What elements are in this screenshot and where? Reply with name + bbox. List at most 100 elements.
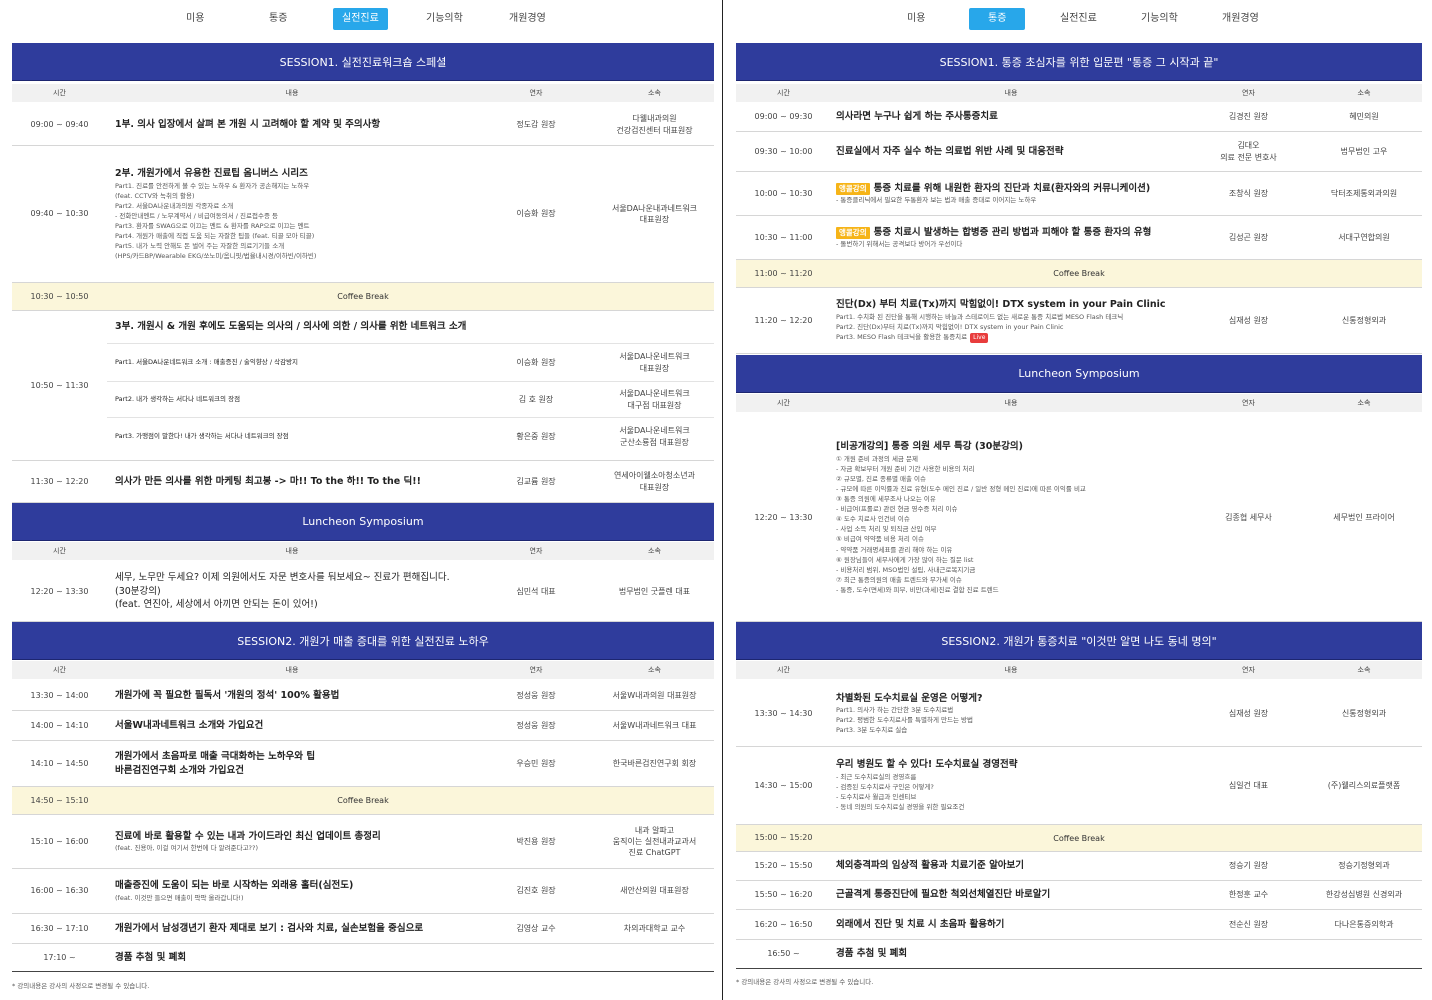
col-speaker: 연자 — [1242, 89, 1255, 97]
col-affiliation: 소속 — [648, 547, 661, 555]
lecture-title: 의사라면 누구나 쉽게 하는 주사통증치료 — [836, 110, 998, 122]
content-cell: 진료에 바로 활용할 수 있는 내과 가이드라인 최신 업데이트 총정리 (fe… — [115, 815, 515, 868]
session1-header: SESSION1. 통증 초심자를 위한 입문편 "통증 그 시작과 끝" — [736, 43, 1422, 81]
time-cell: 16:30 ~ 17:10 — [30, 923, 89, 933]
tab-management[interactable]: 개원경영 — [1213, 8, 1268, 30]
affiliation-cell: 법무법인 고우 — [1340, 146, 1388, 156]
affiliation-cell: 닥터조제통외과의원 — [1330, 188, 1398, 198]
time-cell: 14:10 ~ 14:50 — [30, 758, 89, 768]
time-cell: 15:20 ~ 15:50 — [754, 861, 813, 871]
speaker-cell: 이승화 원장 — [516, 357, 556, 367]
content-cell: 서울W내과네트워크 소개와 가입요건 — [115, 711, 515, 740]
speaker-cell: 김종협 세무사 — [1225, 512, 1272, 522]
speaker-cell: 이승화 원장 — [516, 209, 556, 219]
speaker-cell: 정성웅 원장 — [516, 720, 556, 730]
lecture-detail: - 도수치료사 월급과 인센티브 — [836, 793, 917, 802]
live-badge: Live — [970, 333, 989, 343]
lecture-detail: (feat. 이것만 들으면 매출이 팍팍 올라갑니다!) — [115, 893, 244, 902]
left-schedule-panel: 미용 통증 실전진료 기능의학 개원경영 SESSION1. 실전진료워크숍 스… — [0, 0, 722, 1000]
lecture-title: 진료실에서 자주 실수 하는 의료법 위반 사례 및 대응전략 — [836, 145, 1064, 157]
tab-pain[interactable]: 통증 — [260, 8, 296, 30]
content-cell: 차별화된 도수치료실 운영은 어떻게? Part1. 의사가 하는 간단한 3분… — [836, 681, 1186, 746]
time-cell: 16:00 ~ 16:30 — [30, 886, 89, 896]
lecture-detail: - 자금 확보부터 개원 준비 기간 사용한 비용의 처리 — [836, 465, 975, 473]
speaker-cell: 황은중 원장 — [516, 431, 556, 441]
lecture-title: 진단(Dx) 부터 치료(Tx)까지 막힘없이! DTX system in y… — [836, 299, 1166, 311]
tab-management[interactable]: 개원경영 — [500, 8, 555, 30]
table-row: 17:10 ~ 경품 추첨 및 폐회 — [12, 944, 714, 972]
table-row: 09:30 ~ 10:00 진료실에서 자주 실수 하는 의료법 위반 사례 및… — [736, 132, 1422, 172]
lecture-title: 개원가에 꼭 필요한 필독서 '개원의 정석' 100% 활용법 — [115, 689, 340, 701]
speaker-cell: 정성웅 원장 — [516, 690, 556, 700]
content-cell: 경품 추첨 및 폐회 — [836, 940, 1186, 968]
time-cell: 10:30 ~ 11:00 — [754, 232, 813, 242]
table-row: 15:10 ~ 16:00 진료에 바로 활용할 수 있는 내과 가이드라인 최… — [12, 815, 714, 869]
footnote: * 강의내용은 강사의 사정으로 변경될 수 있습니다. — [736, 978, 874, 986]
tab-functional[interactable]: 기능의학 — [417, 8, 472, 30]
lecture-detail: - 통증클리닉에서 필요한 두통환자 보는 법과 매출 증대로 이어지는 노하우 — [836, 196, 1037, 205]
speaker-cell: 우승민 원장 — [516, 758, 556, 768]
lecture-detail: Part3. MESO Flash 테크닉을 활용한 통증치료 Live — [836, 332, 989, 343]
table-row: 14:00 ~ 14:10 서울W내과네트워크 소개와 가입요건 정성웅 원장 … — [12, 711, 714, 741]
tab-pain[interactable]: 통증 — [969, 8, 1026, 30]
lecture-title: 2부. 개원가에서 유용한 진료팁 옴니버스 시리즈 — [115, 167, 308, 179]
lecture-detail: Part1. 진료를 안전하게 볼 수 있는 노하우 & 환자가 공손해지는 노… — [115, 181, 310, 190]
lecture-detail: Part3. 3분 도수치료 실습 — [836, 726, 908, 735]
column-headers: 시간 내용 연자 소속 — [736, 661, 1422, 679]
time-cell: 11:30 ~ 12:20 — [30, 476, 89, 486]
affiliation-cell: 혜민의원 — [1349, 111, 1379, 121]
tab-functional[interactable]: 기능의학 — [1132, 8, 1187, 30]
content-cell: 외래에서 진단 및 치료 시 초음파 활용하기 — [836, 910, 1186, 939]
content-cell: 근골격계 통증진단에 필요한 척외선체열진단 바로알기 — [836, 881, 1186, 909]
right-tab-bar: 미용 통증 실전진료 기능의학 개원경영 — [724, 0, 1432, 40]
speaker-cell: 정도감 원장 — [516, 119, 556, 129]
column-headers: 시간 내용 연자 소속 — [12, 542, 714, 560]
lecture-detail: - 돌번하기 위해서는 공격보다 방어가 우선이다 — [836, 240, 963, 249]
content-cell: 진단(Dx) 부터 치료(Tx)까지 막힘없이! DTX system in y… — [836, 288, 1186, 353]
time-cell: 12:20 ~ 13:30 — [30, 586, 89, 596]
lecture-title: 개원가에서 남성갱년기 환자 제대로 보기 : 검사와 치료, 실손보험을 중심… — [115, 922, 424, 934]
col-affiliation: 소속 — [1357, 399, 1371, 407]
lecture-title: 의사가 만든 의사를 위한 마케팅 최고봉 -> 마!! To the 하!! … — [115, 475, 421, 487]
speaker-cell: 김영상 교수 — [516, 923, 556, 933]
tab-practical[interactable]: 실전진료 — [1051, 8, 1106, 30]
lecture-title: 매출증진에 도움이 되는 바로 시작하는 외래용 홀터(심전도) — [115, 880, 354, 892]
tab-beauty[interactable]: 미용 — [898, 8, 934, 30]
col-content: 내용 — [285, 666, 299, 674]
lecture-detail: - 검증된 도수치료사 구인은 어떻게? — [836, 783, 934, 792]
coffee-break-row: 15:00 ~ 15:20 Coffee Break — [736, 825, 1422, 852]
col-time: 시간 — [777, 399, 790, 407]
lecture-detail: Part2. 진단(Dx)부터 치료(Tx)까지 막힘없이! DTX syste… — [836, 323, 1064, 332]
column-headers: 시간 내용 연자 소속 — [736, 394, 1422, 412]
lecture-detail: - 규모에 따른 이익률과 진료 유형(도수 메인 진료 / 일반 정형 메인 … — [836, 485, 1086, 494]
affiliation-cell: 정승기정형외과 — [1338, 861, 1390, 871]
affiliation-cell: 다나은통증의학과 — [1334, 919, 1394, 929]
content-cell: 개원가에서 초음파로 매출 극대화하는 노하우와 팁 바른검진연구회 소개와 가… — [115, 741, 515, 786]
time-cell: 11:20 ~ 12:20 — [754, 315, 813, 325]
affiliation-cell: 세무법인 프라이어 — [1333, 512, 1395, 522]
table-row: 16:00 ~ 16:30 매출증진에 도움이 되는 바로 시작하는 외래용 홀… — [12, 869, 714, 914]
content-cell: 앵콜강의 통증 치료시 발생하는 합병증 관리 방법과 피해야 할 통증 환자의 … — [836, 216, 1186, 259]
col-content: 내용 — [1004, 666, 1018, 674]
affiliation-cell: 한강성심병원 신경외과 — [1325, 890, 1403, 900]
coffee-break-row: 10:30 ~ 10:50 Coffee Break — [12, 283, 714, 311]
lecture-detail: Part2. 서울DA나운내과의원 각종자료 소개 — [115, 201, 234, 210]
col-affiliation: 소속 — [648, 666, 661, 674]
lecture-detail: (feat. CCTV와 녹취의 활용) — [115, 191, 195, 200]
lecture-detail: - 약약품 거래명세표를 관리 해야 하는 이유 — [836, 545, 953, 554]
affiliation-cell: 서대구연합의원 — [1338, 232, 1390, 242]
speaker-cell: 전순신 원장 — [1228, 919, 1269, 929]
tab-practical[interactable]: 실전진료 — [333, 8, 388, 30]
table-row: 10:50 ~ 11:30 3부. 개원시 & 개원 후에도 도움되는 의사의 … — [12, 311, 714, 461]
lecture-detail: ⑦ 최근 통증의원의 매출 트렌드와 무가세 이슈 — [836, 575, 962, 584]
lecture-detail: ⑤ 비급여 약약품 비용 처리 이슈 — [836, 535, 924, 544]
speaker-cell: 김대오 의료 전문 변호사 — [1220, 141, 1277, 162]
affiliation-cell: 새안산의원 대표원장 — [620, 886, 689, 896]
tab-beauty[interactable]: 미용 — [177, 8, 213, 30]
column-headers: 시간 내용 연자 소속 — [12, 84, 714, 102]
col-speaker: 연자 — [529, 666, 543, 674]
speaker-cell: 김경진 원장 — [1228, 111, 1269, 121]
lecture-title: 차별화된 도수치료실 운영은 어떻게? — [836, 692, 983, 704]
table-row: 12:20 ~ 13:30 [비공개강의] 통증 의원 세무 특강 (30분강의… — [736, 414, 1422, 622]
lecture-detail: ① 개원 준비 과정의 세금 문제 — [836, 454, 918, 463]
